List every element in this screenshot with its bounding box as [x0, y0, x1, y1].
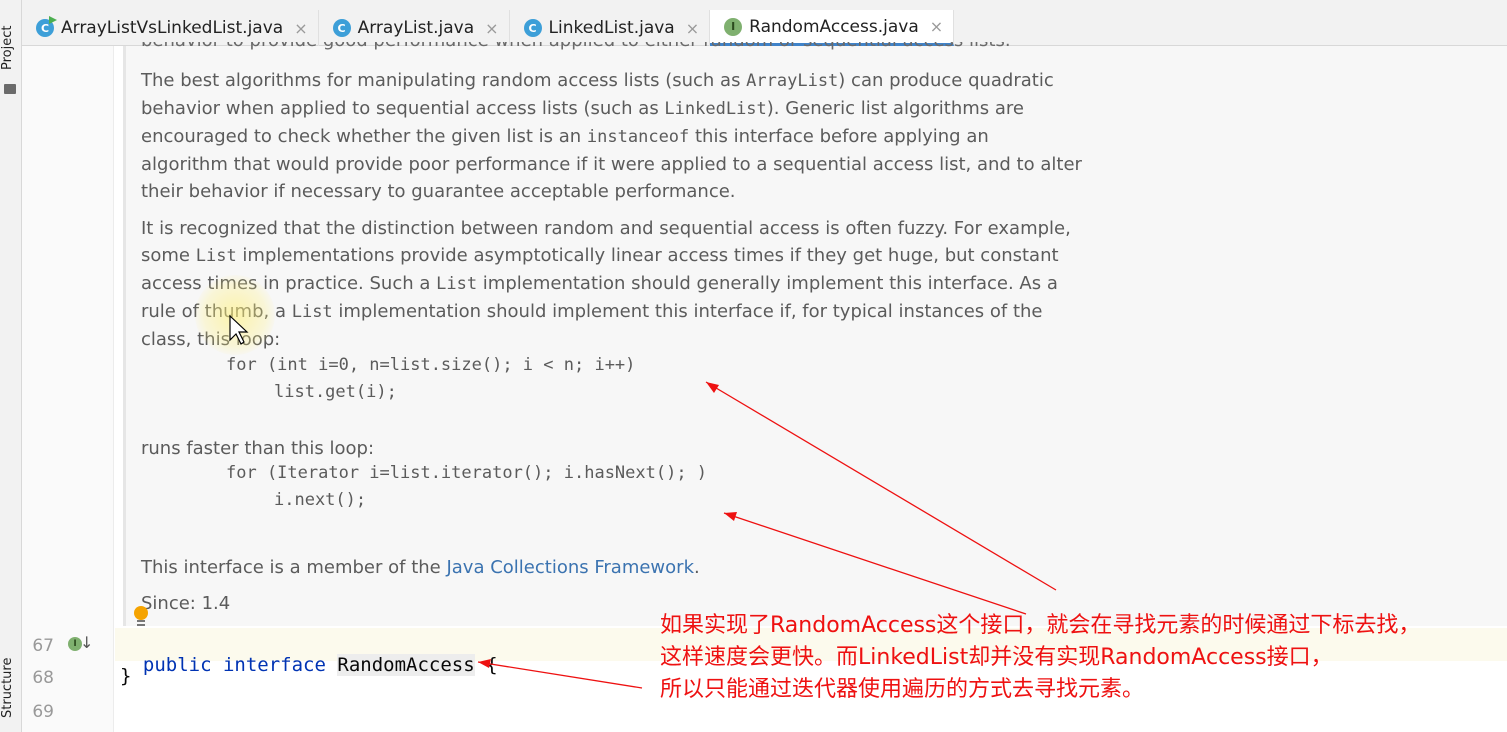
doc-line: algorithm that would provide poor perfor…: [141, 154, 1082, 175]
javadoc-paragraph-1: The best algorithms for manipulating ran…: [141, 67, 1082, 205]
editor-gutter: 67 68 69: [22, 46, 114, 732]
tab-arraylist[interactable]: C ArrayList.java ×: [319, 10, 510, 46]
tab-label: RandomAccess.java: [749, 16, 919, 37]
class-icon: C: [523, 19, 542, 37]
doc-line: some List implementations provide asympt…: [141, 245, 1059, 266]
doc-line: rule of thumb, a List implementation sho…: [141, 301, 1043, 322]
doc-code-loop1-line1: for (int i=0, n=list.size(); i < n; i++): [226, 355, 636, 375]
javadoc-bar: [123, 46, 126, 626]
member-of-text: This interface is a member of the Java C…: [141, 557, 700, 578]
doc-code-loop2-line2: i.next();: [274, 490, 367, 510]
window-top-strip: [0, 0, 1507, 10]
line-number: 69: [32, 702, 54, 722]
tab-linkedlist[interactable]: C LinkedList.java ×: [510, 10, 711, 46]
interface-icon: I: [724, 17, 743, 36]
left-tool-strip: Project Structure: [0, 0, 22, 732]
close-icon[interactable]: ×: [294, 19, 307, 38]
javadoc-paragraph-2: It is recognized that the distinction be…: [141, 215, 1071, 353]
class-icon: C: [332, 19, 351, 37]
annotation-line: 所以只能通过迭代器使用遍历的方式去寻找元素。: [660, 677, 1145, 702]
red-annotation: 如果实现了RandomAccess这个接口，就会在寻找元素的时候通过下标去找， …: [660, 610, 1420, 706]
tab-label: LinkedList.java: [548, 18, 675, 38]
lightbulb-base: [137, 620, 145, 626]
doc-line: access times in practice. Such a List im…: [141, 273, 1058, 294]
tab-arraylistvslinkedlist[interactable]: C ArrayListVsLinkedList.java ×: [22, 10, 319, 46]
folder-icon: [4, 84, 16, 94]
annotation-line: 如果实现了RandomAccess这个接口，就会在寻找元素的时候通过下标去找，: [660, 613, 1421, 638]
doc-line: The best algorithms for manipulating ran…: [141, 70, 1054, 91]
interface-name[interactable]: RandomAccess: [337, 654, 475, 676]
line-number: 68: [32, 668, 54, 688]
doc-code-loop2-line1: for (Iterator i=list.iterator(); i.hasNe…: [226, 463, 708, 483]
doc-line: class, this loop:: [141, 329, 280, 350]
collections-framework-link[interactable]: Java Collections Framework: [446, 557, 694, 578]
close-icon[interactable]: ×: [930, 17, 943, 36]
runs-faster-text: runs faster than this loop:: [141, 438, 375, 459]
project-tool-button[interactable]: Project: [0, 18, 22, 78]
arrow-down-icon[interactable]: ↓: [80, 633, 93, 652]
lightbulb-icon[interactable]: [134, 606, 148, 620]
tab-label: ArrayList.java: [357, 18, 475, 38]
structure-tool-button[interactable]: Structure: [0, 652, 22, 724]
doc-code-loop1-line2: list.get(i);: [274, 382, 397, 402]
annotation-line: 这样速度会更快。而LinkedList却并没有实现RandomAccess接口，: [660, 645, 1333, 670]
doc-line: encouraged to check whether the given li…: [141, 126, 989, 147]
tab-randomaccess[interactable]: I RandomAccess.java ×: [710, 10, 955, 46]
mouse-cursor-highlight: [195, 275, 275, 355]
since-text: Since: 1.4: [141, 593, 231, 614]
code-line-68[interactable]: }: [120, 665, 131, 687]
class-run-icon: C: [36, 16, 57, 37]
close-icon[interactable]: ×: [686, 19, 699, 38]
close-icon[interactable]: ×: [485, 19, 498, 38]
doc-line: behavior when applied to sequential acce…: [141, 98, 1025, 119]
line-number: 67: [32, 636, 54, 656]
code-line-67[interactable]: public interface RandomAccess {: [120, 632, 498, 676]
tab-label: ArrayListVsLinkedList.java: [61, 18, 284, 38]
doc-line: their behavior if necessary to guarantee…: [141, 181, 736, 202]
editor-tab-bar: C ArrayListVsLinkedList.java × C ArrayLi…: [22, 10, 1507, 46]
doc-line: It is recognized that the distinction be…: [141, 218, 1071, 239]
